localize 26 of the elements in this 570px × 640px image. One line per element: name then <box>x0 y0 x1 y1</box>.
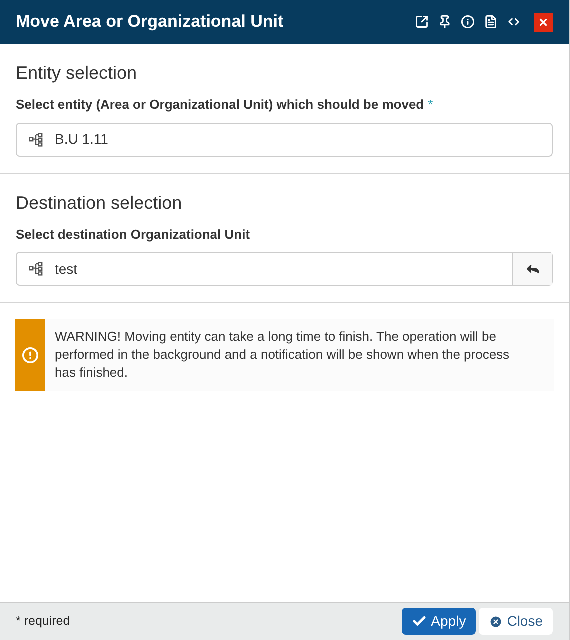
close-circle-icon <box>489 614 504 628</box>
close-button[interactable] <box>534 12 553 32</box>
popout-icon[interactable] <box>415 15 429 29</box>
hierarchy-icon <box>29 262 43 276</box>
warning-text: WARNING! Moving entity can take a long time to finish. The operation will be performed in the background and a notification will be shown when the process has finished. <box>54 328 511 382</box>
field-value: test <box>55 260 79 278</box>
required-mark: * <box>428 96 434 114</box>
close-dialog-button[interactable]: Close <box>479 608 553 635</box>
entity-field[interactable]: test <box>16 252 553 286</box>
alert-icon <box>22 346 38 364</box>
window-title: Move Area or Organizational Unit <box>16 11 285 34</box>
pin-icon[interactable] <box>438 15 452 29</box>
field-value: B.U 1.11 <box>55 130 110 149</box>
reset-button[interactable] <box>512 253 552 285</box>
check-icon <box>412 614 428 629</box>
document-icon[interactable] <box>484 15 498 29</box>
info-icon[interactable] <box>461 15 475 29</box>
section-heading: Destination selection <box>16 192 182 214</box>
entity-field[interactable]: B.U 1.11 <box>16 122 553 156</box>
apply-button[interactable]: Apply <box>402 608 476 635</box>
hierarchy-icon <box>29 132 43 146</box>
field-label: Select destination Organizational Unit <box>16 226 250 244</box>
close-icon <box>538 16 549 28</box>
field-label: Select entity (Area or Organizational Unit) which should be moved <box>16 96 424 114</box>
section-heading: Entity selection <box>16 62 138 85</box>
required-note: * required <box>16 613 72 630</box>
